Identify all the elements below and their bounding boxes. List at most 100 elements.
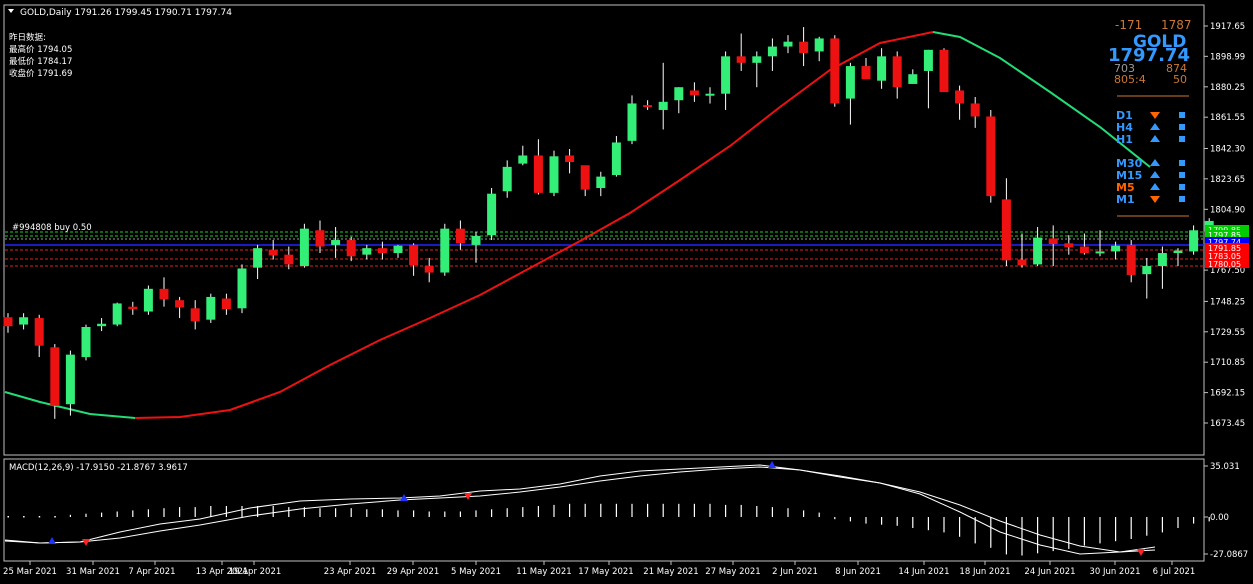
candle-body — [767, 46, 777, 57]
candle-body — [658, 101, 668, 110]
macd-header: MACD(12,26,9) -17.9150 -21.8767 3.9617 — [9, 463, 188, 473]
status-square-icon — [1179, 184, 1185, 190]
candle-body — [689, 90, 699, 96]
status-square-icon — [1179, 160, 1185, 166]
candle-body — [455, 228, 465, 244]
candle-body — [3, 317, 13, 327]
candle-body — [783, 41, 793, 47]
candle-body — [346, 240, 356, 257]
candle-body — [1173, 250, 1183, 254]
candle-body — [799, 41, 809, 54]
panel-bot-right: 50 — [1173, 73, 1187, 86]
date-label: 7 Apr 2021 — [128, 567, 175, 577]
candle-body — [1157, 253, 1167, 267]
date-label: 2 Jun 2021 — [772, 567, 818, 577]
date-label: 31 Mar 2021 — [66, 567, 120, 577]
price-chart-area[interactable] — [3, 4, 1205, 456]
candle-body — [34, 318, 44, 346]
candle-body — [471, 235, 481, 245]
date-label: 18 Jun 2021 — [959, 567, 1010, 577]
timeframe-label: H1 — [1116, 133, 1133, 146]
macd-chart-area[interactable] — [3, 458, 1205, 562]
price-label: 1729.55 — [1210, 328, 1245, 338]
candle-body — [580, 165, 590, 190]
date-label: 11 May 2021 — [516, 567, 571, 577]
candle-body — [814, 38, 824, 52]
candle-body — [877, 56, 887, 81]
candle-body — [861, 66, 871, 80]
price-label: 1898.99 — [1210, 52, 1245, 62]
price-label: 1804.90 — [1210, 205, 1245, 215]
symbol-header: GOLD,Daily 1791.26 1799.45 1790.71 1797.… — [20, 8, 232, 18]
candle-body — [892, 56, 902, 88]
candle-body — [955, 90, 965, 104]
candle-body — [112, 303, 122, 325]
price-tag-label: 1780.05 — [1208, 260, 1241, 269]
price-label: 1823.65 — [1210, 175, 1245, 185]
candle-body — [518, 155, 528, 164]
candle-body — [362, 248, 372, 255]
candle-body — [1079, 246, 1089, 254]
panel-top-left: -171 — [1115, 18, 1142, 32]
candle-body — [97, 323, 107, 327]
status-square-icon — [1179, 112, 1185, 118]
macd-label: 0.00 — [1210, 513, 1229, 523]
candle-body — [1111, 245, 1121, 252]
candle-body — [128, 306, 138, 310]
candle-body — [19, 317, 29, 325]
candle-body — [487, 193, 497, 236]
candle-body — [970, 103, 980, 117]
price-label: 1710.85 — [1210, 358, 1245, 368]
status-square-icon — [1179, 196, 1185, 202]
date-axis: 25 Mar 2021 31 Mar 2021 7 Apr 2021 13 Apr 2… — [3, 561, 1195, 577]
candle-body — [253, 248, 263, 268]
candle-body — [752, 56, 762, 63]
candle-body — [409, 244, 419, 266]
date-label: 24 Jun 2021 — [1024, 567, 1075, 577]
candle-body — [143, 288, 153, 312]
candle-body — [206, 296, 216, 320]
candle-body — [939, 49, 949, 93]
price-tags: 1799.851797.851797.741791.851783.051780.… — [1205, 225, 1249, 269]
candle-body — [908, 74, 918, 84]
timeframe-label: M1 — [1116, 193, 1135, 206]
candle-body — [1095, 251, 1105, 254]
candle-body — [440, 228, 450, 273]
candle-body — [424, 266, 434, 273]
candle-body — [315, 230, 325, 247]
panel-bot-left: 805:4 — [1114, 73, 1146, 86]
price-label: 1917.65 — [1210, 22, 1245, 32]
candle-body — [565, 155, 575, 162]
macd-bar — [23, 516, 25, 518]
candle-body — [175, 300, 185, 308]
date-label: 8 Jun 2021 — [835, 567, 881, 577]
candle-body — [331, 240, 341, 245]
macd-label: 35.031 — [1210, 462, 1240, 472]
date-label: 25 Mar 2021 — [3, 567, 57, 577]
candle-body — [1017, 259, 1027, 266]
price-label: 1861.55 — [1210, 113, 1245, 123]
info-line-1: 最高价 1794.05 — [9, 44, 72, 55]
candle-body — [1048, 238, 1058, 245]
candle-body — [549, 156, 559, 193]
candle-body — [533, 155, 543, 193]
panel-top-right: 1787 — [1161, 18, 1192, 32]
candle-body — [1142, 266, 1152, 275]
trading-chart-window[interactable]: GOLD,Daily 1791.26 1799.45 1790.71 1797.… — [0, 0, 1253, 584]
date-label: 21 May 2021 — [643, 567, 698, 577]
price-label: 1842.30 — [1210, 144, 1245, 154]
info-line-2: 最低价 1784.17 — [9, 56, 72, 67]
macd-axis: 35.031 0.00 -27.0867 — [1204, 462, 1248, 560]
candle-body — [50, 347, 60, 406]
candle-body — [393, 245, 403, 254]
date-label: 6 Jul 2021 — [1153, 567, 1196, 577]
candle-body — [643, 105, 653, 108]
date-label: 5 May 2021 — [451, 567, 501, 577]
macd-bar — [38, 516, 41, 518]
order-label[interactable]: #994808 buy 0.50 — [12, 223, 92, 233]
date-label: 27 May 2021 — [705, 567, 760, 577]
candle-body — [1126, 244, 1136, 275]
candle-body — [221, 298, 231, 310]
date-label: 30 Jun 2021 — [1089, 567, 1140, 577]
candle-body — [736, 56, 746, 63]
